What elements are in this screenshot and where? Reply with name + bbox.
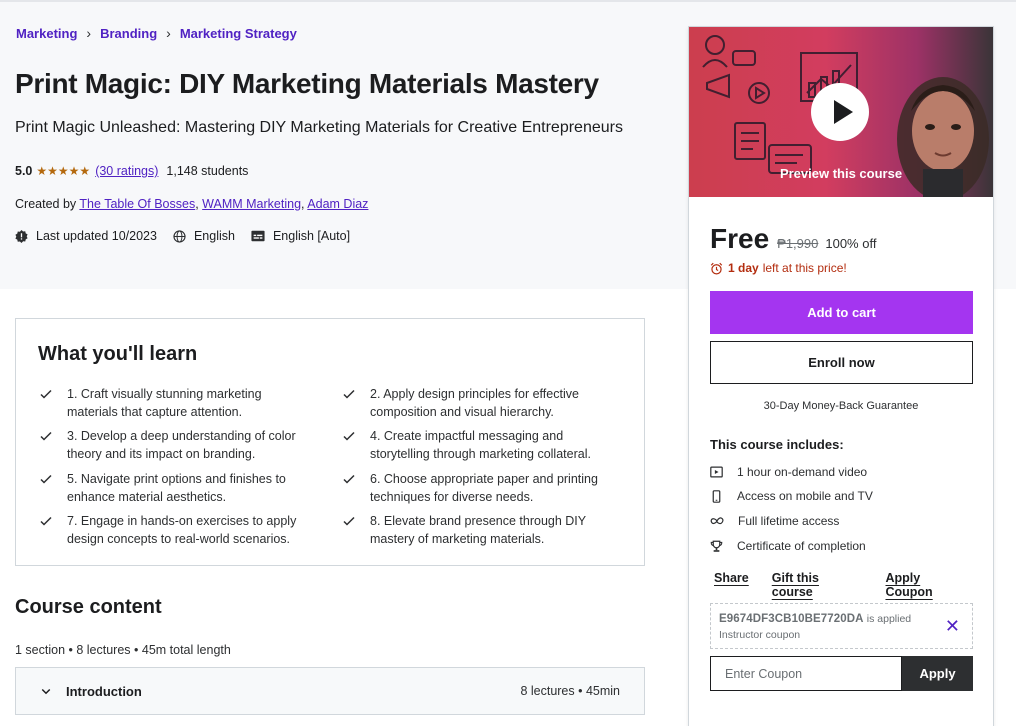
created-by-label: Created by (15, 197, 77, 211)
instructor-link-3[interactable]: Adam Diaz (307, 197, 368, 211)
star-rating-icon: ★★★★★ (36, 164, 91, 178)
alert-badge-icon (15, 229, 28, 243)
learn-item: 8. Elevate brand presence through DIY ma… (341, 512, 603, 548)
close-icon[interactable]: ✕ (945, 616, 960, 636)
include-item: Full lifetime access (710, 514, 839, 528)
coupon-code: E9674DF3CB10BE7720DA (719, 613, 864, 625)
learn-item: 5. Navigate print options and finishes t… (38, 470, 300, 506)
closed-captions-icon (251, 230, 265, 242)
check-icon (40, 431, 52, 441)
coupon-code-line: E9674DF3CB10BE7720DA is applied (719, 613, 911, 625)
students-count: 1,148 students (166, 164, 249, 178)
applied-coupon: E9674DF3CB10BE7720DA is applied Instruct… (710, 603, 973, 649)
mobile-icon (712, 489, 721, 503)
include-item: Access on mobile and TV (710, 489, 873, 503)
purchase-card: Preview this course Free ₱1,990 100% off… (688, 26, 994, 726)
course-content-meta: 1 section • 8 lectures • 45m total lengt… (15, 643, 231, 657)
price-timer: 1 day left at this price! (710, 261, 847, 275)
globe-icon (173, 229, 186, 243)
timer-days: 1 day (728, 261, 759, 275)
coupon-input[interactable] (710, 656, 902, 691)
created-by: Created by The Table Of Bosses, WAMM Mar… (15, 197, 369, 211)
alarm-clock-icon (710, 262, 723, 274)
preview-label: Preview this course (779, 166, 903, 181)
play-icon[interactable] (811, 83, 869, 141)
check-icon (40, 474, 52, 484)
learn-item: 6. Choose appropriate paper and printing… (341, 470, 603, 506)
video-icon (710, 466, 723, 478)
check-icon (343, 431, 355, 441)
learn-title: What you'll learn (38, 343, 198, 365)
enroll-now-button[interactable]: Enroll now (710, 341, 973, 384)
section-meta: 8 lectures • 45min (520, 684, 620, 698)
course-preview[interactable]: Preview this course (689, 27, 993, 197)
trophy-icon (710, 540, 723, 552)
check-icon (40, 516, 52, 526)
learn-item: 4. Create impactful messaging and storyt… (341, 427, 603, 463)
coupon-applied: is applied (866, 613, 912, 625)
learn-item: 1. Craft visually stunning marketing mat… (38, 385, 300, 421)
chevron-down-icon (41, 688, 51, 695)
check-icon (343, 516, 355, 526)
captions: English [Auto] (251, 229, 350, 243)
current-price: Free (710, 223, 770, 254)
coupon-type: Instructor coupon (719, 629, 801, 641)
chevron-right-icon: › (86, 25, 92, 41)
apply-coupon-link[interactable]: Apply Coupon (885, 571, 970, 599)
breadcrumb-branding[interactable]: Branding (100, 26, 157, 41)
learn-item: 2. Apply design principles for effective… (341, 385, 603, 421)
share-link[interactable]: Share (714, 571, 749, 599)
course-subtitle: Print Magic Unleashed: Mastering DIY Mar… (15, 119, 623, 136)
include-item: 1 hour on-demand video (710, 465, 867, 479)
discount-percent: 100% off (825, 236, 877, 251)
rating-row: 5.0 ★★★★★ (30 ratings) 1,148 students (15, 164, 248, 178)
check-icon (40, 389, 52, 399)
ratings-link[interactable]: (30 ratings) (95, 164, 158, 178)
breadcrumb: Marketing › Branding › Marketing Strateg… (16, 25, 297, 41)
check-icon (343, 389, 355, 399)
infinity-icon (710, 517, 724, 525)
money-back-guarantee: 30-Day Money-Back Guarantee (763, 400, 919, 412)
last-updated: Last updated 10/2023 (15, 229, 157, 243)
breadcrumb-marketing[interactable]: Marketing (16, 26, 77, 41)
includes-title: This course includes: (710, 437, 844, 452)
apply-coupon-button[interactable]: Apply (902, 656, 973, 691)
price-row: Free ₱1,990 100% off (710, 223, 876, 255)
learn-item: 7. Engage in hands-on exercises to apply… (38, 512, 300, 548)
what-you-will-learn: What you'll learn 1. Craft visually stun… (15, 318, 645, 566)
timer-text: left at this price! (762, 261, 847, 275)
learn-item: 3. Develop a deep understanding of color… (38, 427, 300, 463)
course-title: Print Magic: DIY Marketing Materials Mas… (15, 68, 599, 99)
card-links: Share Gift this course Apply Coupon (714, 571, 993, 599)
course-content-title: Course content (15, 596, 162, 618)
section-name: Introduction (66, 683, 142, 699)
include-item: Certificate of completion (710, 539, 866, 553)
instructor-link-1[interactable]: The Table Of Bosses (79, 197, 195, 211)
add-to-cart-button[interactable]: Add to cart (710, 291, 973, 334)
gift-course-link[interactable]: Gift this course (772, 571, 863, 599)
chevron-right-icon: › (166, 25, 171, 41)
check-icon (343, 474, 355, 484)
language: English (173, 229, 235, 243)
breadcrumb-marketing-strategy[interactable]: Marketing Strategy (180, 26, 297, 41)
rating-value: 5.0 (15, 164, 33, 178)
course-meta: Last updated 10/2023 English English [Au… (15, 229, 366, 243)
instructor-link-2[interactable]: WAMM Marketing (202, 197, 301, 211)
section-introduction[interactable]: Introduction 8 lectures • 45min (15, 667, 645, 715)
original-price: ₱1,990 (777, 236, 819, 251)
